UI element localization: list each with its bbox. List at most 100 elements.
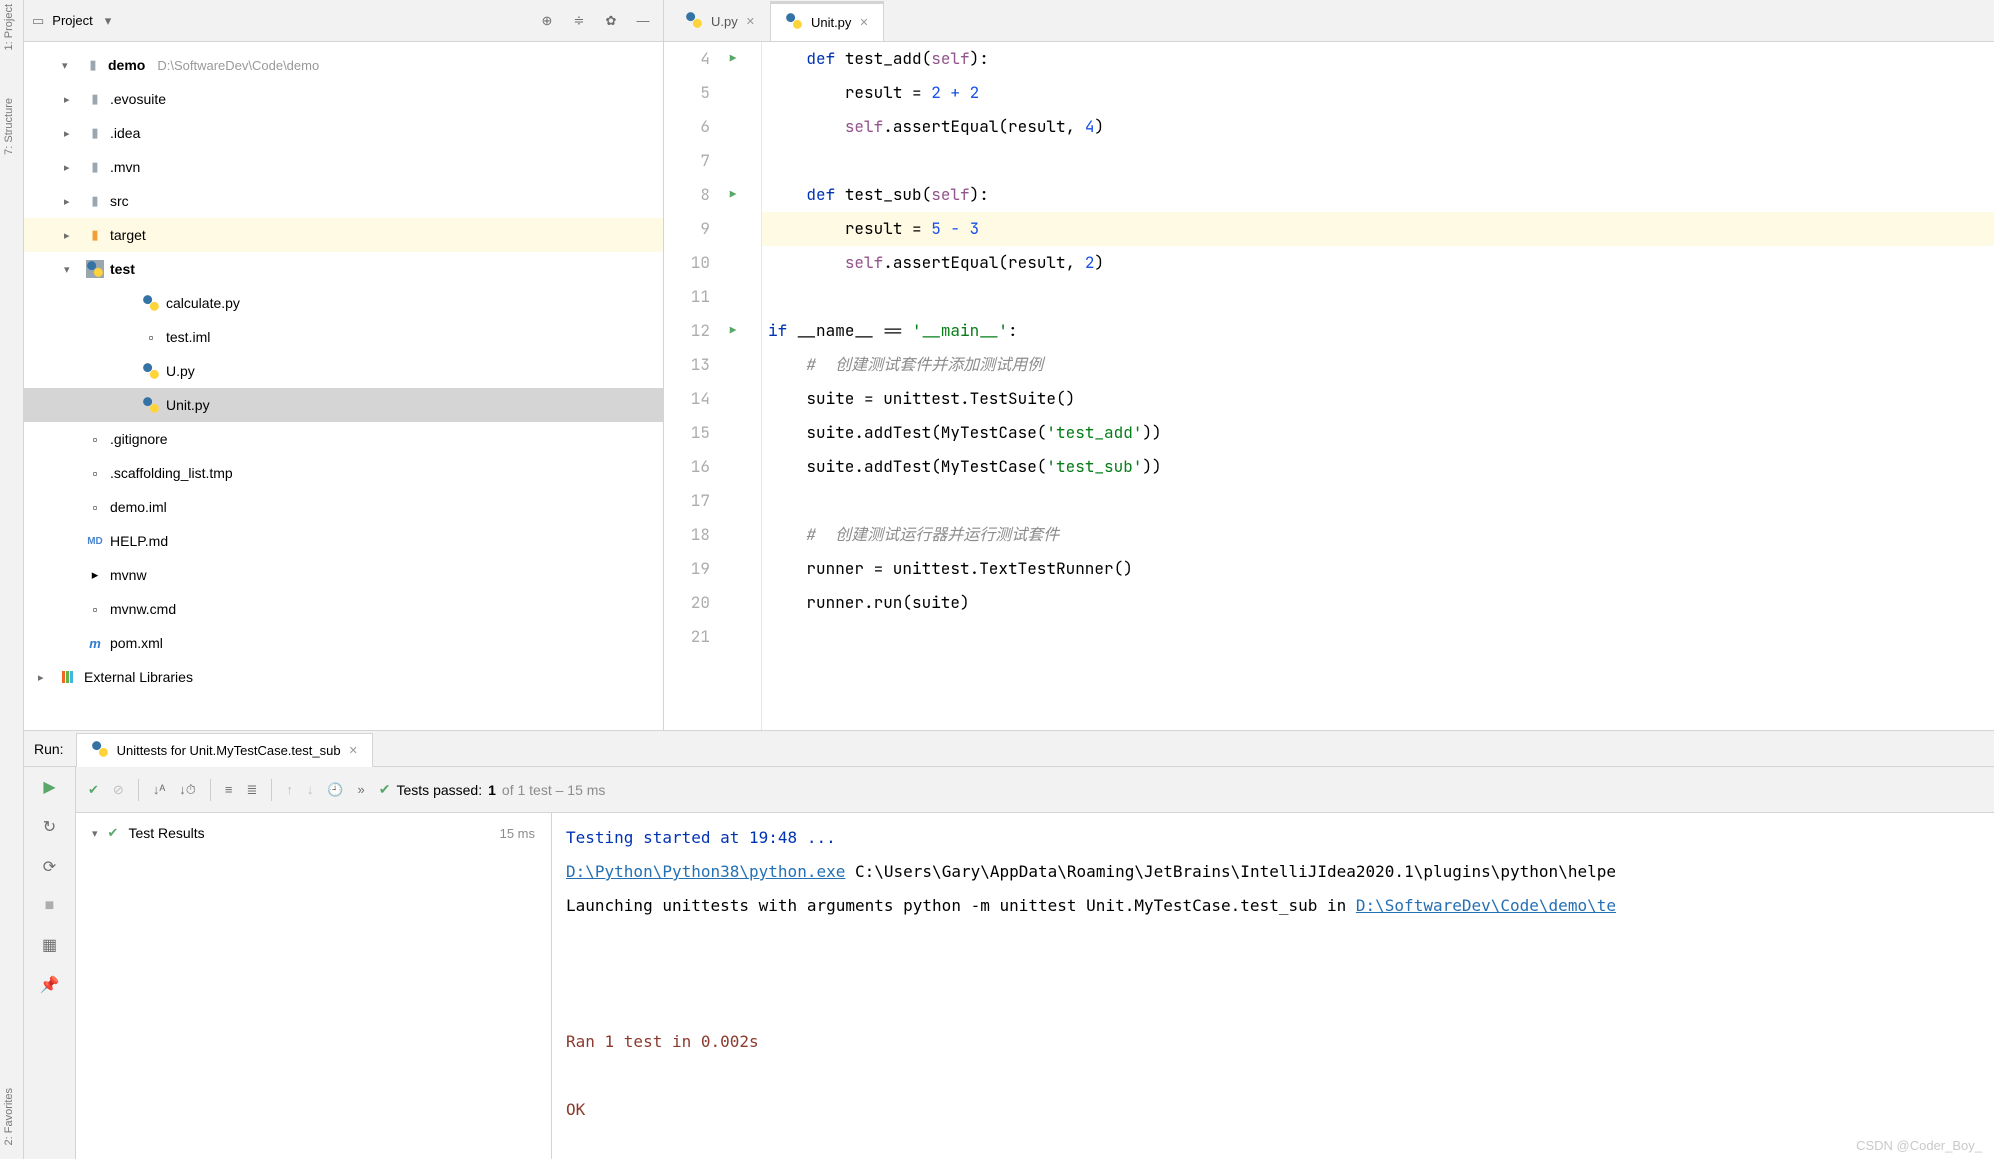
next-icon[interactable]: ↓: [307, 782, 314, 797]
folder-icon: ▮: [86, 193, 104, 209]
chevron-down-icon[interactable]: ▾: [105, 13, 112, 29]
prev-icon[interactable]: ↑: [286, 782, 293, 797]
stop-icon[interactable]: ■: [45, 897, 55, 915]
project-view-icon: ▭: [32, 13, 44, 29]
tree-dir-src[interactable]: ▸▮src: [24, 184, 663, 218]
sort-time-icon[interactable]: ↓⏱: [179, 782, 196, 798]
run-line-icon[interactable]: ▶: [730, 42, 737, 76]
test-status: ✔ Tests passed: 1 of 1 test – 15 ms: [379, 781, 606, 798]
run-gutter: ▶ ▶ ▶: [724, 42, 742, 730]
sidebar-tab-favorites[interactable]: 2: Favorites: [0, 1084, 18, 1149]
file-icon: ▫: [86, 602, 104, 617]
rerun-failed-icon[interactable]: ↻: [43, 817, 56, 837]
tree-file-help[interactable]: MDHELP.md: [24, 524, 663, 558]
run-line-icon[interactable]: ▶: [730, 314, 737, 348]
project-tree[interactable]: ▾▮ demoD:\SoftwareDev\Code\demo ▸▮.evosu…: [24, 42, 663, 730]
sidebar-tab-structure[interactable]: 7: Structure: [0, 94, 18, 159]
project-view-label[interactable]: Project: [52, 13, 92, 28]
python-folder-icon: [86, 260, 104, 278]
python-file-icon: [685, 11, 703, 32]
collapse-all-icon[interactable]: ≣: [246, 782, 257, 798]
more-icon[interactable]: »: [358, 782, 365, 797]
run-line-icon[interactable]: ▶: [730, 178, 737, 212]
python-file-icon: [142, 362, 160, 380]
console-link[interactable]: D:\Python\Python38\python.exe: [566, 862, 845, 881]
layout-icon[interactable]: ▦: [42, 935, 57, 955]
pin-icon[interactable]: 📌: [40, 975, 60, 995]
folder-icon: ▮: [86, 227, 104, 243]
maven-icon: m: [86, 636, 104, 651]
tree-file-u[interactable]: U.py: [24, 354, 663, 388]
close-icon[interactable]: ✕: [349, 744, 358, 757]
test-tree[interactable]: ▾ ✔ Test Results 15 ms: [76, 813, 552, 1159]
file-icon: ▫: [86, 432, 104, 447]
show-passed-icon[interactable]: ✔: [88, 782, 99, 798]
run-tab[interactable]: Unittests for Unit.MyTestCase.test_sub ✕: [76, 733, 373, 767]
project-panel: ▭ Project ▾ ⊕ ≑ ✿ — ▾▮ demoD:\SoftwareDe…: [24, 0, 664, 730]
show-ignored-icon[interactable]: ⊘: [113, 782, 124, 798]
run-toolbar: ✔ ⊘ ↓ᴬ ↓⏱ ≡ ≣ ↑ ↓ 🕘 » ✔ Tests passed: 1 …: [76, 767, 1994, 813]
hide-icon[interactable]: —: [631, 9, 655, 33]
tab-u[interactable]: U.py✕: [670, 1, 770, 41]
close-icon[interactable]: ✕: [859, 16, 868, 29]
markdown-icon: MD: [86, 536, 104, 547]
run-panel: Run: Unittests for Unit.MyTestCase.test_…: [24, 730, 1994, 1159]
file-icon: ▫: [86, 500, 104, 515]
folder-icon: ▮: [86, 159, 104, 175]
toggle-auto-icon[interactable]: ⟳: [43, 857, 56, 877]
tree-file-testiml[interactable]: ▫test.iml: [24, 320, 663, 354]
tab-unit[interactable]: Unit.py✕: [770, 1, 884, 41]
python-file-icon: [785, 12, 803, 33]
sidebar-tab-project[interactable]: 1: Project: [0, 0, 18, 54]
python-file-icon: [142, 396, 160, 414]
folder-icon: ▮: [86, 125, 104, 141]
python-file-icon: [142, 294, 160, 312]
left-tool-rail: 1: Project 7: Structure 2: Favorites: [0, 0, 24, 1159]
run-label: Run:: [34, 741, 64, 757]
tree-file-pom[interactable]: mpom.xml: [24, 626, 663, 660]
console-output[interactable]: Testing started at 19:48 ... D:\Python\P…: [552, 813, 1994, 1159]
console-link[interactable]: D:\SoftwareDev\Code\demo\te: [1356, 896, 1616, 915]
close-icon[interactable]: ✕: [746, 15, 755, 28]
folder-icon: ▮: [84, 57, 102, 73]
tree-dir-target[interactable]: ▸▮target: [24, 218, 663, 252]
run-left-toolbar: ▶ ↻ ⟳ ■ ▦ 📌: [24, 767, 76, 1159]
line-number-gutter: 4567 891011 12131415 16171819 2021: [664, 42, 724, 730]
fold-gutter: [742, 42, 762, 730]
tree-file-demoiml[interactable]: ▫demo.iml: [24, 490, 663, 524]
tree-file-calculate[interactable]: calculate.py: [24, 286, 663, 320]
editor-tabs: U.py✕ Unit.py✕: [664, 0, 1994, 42]
locate-icon[interactable]: ⊕: [535, 9, 559, 33]
tree-dir-idea[interactable]: ▸▮.idea: [24, 116, 663, 150]
project-toolbar: ▭ Project ▾ ⊕ ≑ ✿ —: [24, 0, 663, 42]
python-file-icon: [91, 740, 109, 761]
rerun-icon[interactable]: ▶: [43, 777, 55, 797]
test-results-root[interactable]: ▾ ✔ Test Results 15 ms: [76, 813, 551, 853]
gear-icon[interactable]: ✿: [599, 9, 623, 33]
expand-icon[interactable]: ≡: [225, 782, 233, 797]
editor: U.py✕ Unit.py✕ 4567 891011 12131415 1617…: [664, 0, 1994, 730]
tree-root-demo[interactable]: ▾▮ demoD:\SoftwareDev\Code\demo: [24, 48, 663, 82]
tree-file-mvnw[interactable]: ▸mvnw: [24, 558, 663, 592]
folder-icon: ▮: [86, 91, 104, 107]
code-area[interactable]: 4567 891011 12131415 16171819 2021 ▶ ▶ ▶…: [664, 42, 1994, 730]
history-icon[interactable]: 🕘: [327, 782, 343, 798]
tree-file-gitignore[interactable]: ▫.gitignore: [24, 422, 663, 456]
watermark: CSDN @Coder_Boy_: [1856, 1138, 1982, 1153]
check-icon: ✔: [379, 781, 391, 798]
tree-file-unit[interactable]: Unit.py: [24, 388, 663, 422]
file-icon: ▫: [142, 330, 160, 345]
collapse-icon[interactable]: ≑: [567, 9, 591, 33]
tree-file-mvnwcmd[interactable]: ▫mvnw.cmd: [24, 592, 663, 626]
libraries-icon: [60, 669, 78, 685]
tree-file-scaffolding[interactable]: ▫.scaffolding_list.tmp: [24, 456, 663, 490]
file-icon: ▸: [86, 567, 104, 583]
sort-alpha-icon[interactable]: ↓ᴬ: [153, 782, 165, 797]
tree-dir-mvn[interactable]: ▸▮.mvn: [24, 150, 663, 184]
code-text[interactable]: def test_add(self): result = 2 + 2 self.…: [762, 42, 1994, 730]
run-header: Run: Unittests for Unit.MyTestCase.test_…: [24, 731, 1994, 767]
file-icon: ▫: [86, 466, 104, 481]
tree-external-libs[interactable]: ▸External Libraries: [24, 660, 663, 694]
tree-dir-evosuite[interactable]: ▸▮.evosuite: [24, 82, 663, 116]
tree-dir-test[interactable]: ▾test: [24, 252, 663, 286]
